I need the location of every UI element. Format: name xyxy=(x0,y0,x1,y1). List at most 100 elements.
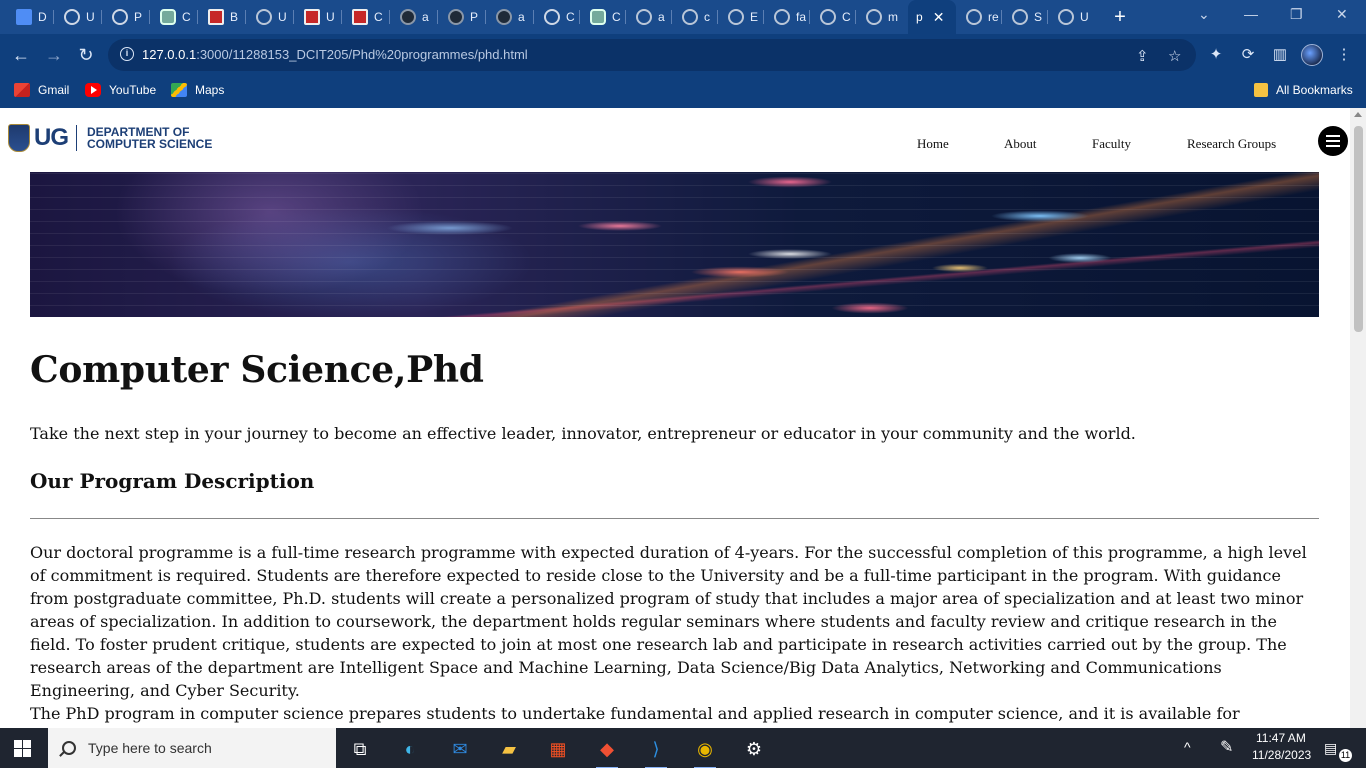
tab-active[interactable]: p ✕ xyxy=(908,0,956,34)
all-bookmarks-label: All Bookmarks xyxy=(1276,83,1353,97)
bookmarks-bar: Gmail YouTube Maps All Bookmarks xyxy=(0,76,1366,108)
clock-time[interactable]: 11:47 AM xyxy=(1256,731,1306,745)
settings-gear-icon[interactable]: ⚙ xyxy=(739,734,769,764)
browser-tab[interactable]: U xyxy=(248,4,294,30)
paragraph: Our doctoral programme is a full-time re… xyxy=(30,543,1307,700)
pen-icon[interactable]: ✎ xyxy=(1220,737,1233,757)
tab-separator xyxy=(485,10,486,24)
logo-divider xyxy=(76,125,77,151)
bookmark-gmail[interactable]: Gmail xyxy=(14,83,69,97)
globe-icon xyxy=(636,9,652,25)
scrollbar-thumb[interactable] xyxy=(1354,126,1363,332)
reload-icon[interactable]: ↻ xyxy=(75,44,97,66)
profile-avatar[interactable] xyxy=(1301,44,1323,66)
forward-icon[interactable]: → xyxy=(43,44,65,66)
docs-icon xyxy=(16,9,32,25)
tab-separator xyxy=(293,10,294,24)
browser-tab[interactable]: a xyxy=(628,4,674,30)
bookmark-maps[interactable]: Maps xyxy=(171,83,224,97)
chatgpt-icon xyxy=(160,9,176,25)
globe-icon xyxy=(820,9,836,25)
nav-faculty[interactable]: Faculty xyxy=(1092,136,1131,152)
browser-tab[interactable]: U xyxy=(1050,4,1096,30)
logo-ug-text: UG xyxy=(34,124,69,151)
clock-date[interactable]: 11/28/2023 xyxy=(1252,748,1311,762)
dept-line2: COMPUTER SCIENCE xyxy=(87,137,213,151)
browser-tab[interactable]: c xyxy=(674,4,720,30)
bookmark-label: Maps xyxy=(195,83,225,97)
browser-tab[interactable]: C xyxy=(344,4,390,30)
new-tab-button[interactable]: + xyxy=(1110,5,1130,29)
browser-tab[interactable]: C xyxy=(812,4,858,30)
browser-tab[interactable]: U xyxy=(296,4,342,30)
share-icon[interactable]: ⇪ xyxy=(1136,47,1149,65)
edge-icon[interactable]: ◐ xyxy=(395,734,425,764)
file-explorer-icon[interactable]: ▰ xyxy=(494,734,524,764)
tab-label: C xyxy=(182,10,191,24)
extensions-icon[interactable]: ✦ xyxy=(1206,45,1226,65)
site-logo[interactable]: UG DEPARTMENT OF COMPUTER SCIENCE xyxy=(8,124,212,152)
extension-icon[interactable]: ⟳ xyxy=(1238,45,1258,65)
notifications-icon[interactable]: ▤ xyxy=(1324,740,1337,757)
all-bookmarks[interactable]: All Bookmarks xyxy=(1254,83,1353,97)
close-window-button[interactable]: ✕ xyxy=(1336,6,1348,23)
site-info-icon[interactable]: i xyxy=(120,47,134,61)
menu-kebab-icon[interactable]: ⋮ xyxy=(1334,45,1354,65)
tab-label: E xyxy=(750,10,759,24)
tab-separator xyxy=(625,10,626,24)
browser-tab[interactable]: a xyxy=(392,4,438,30)
red-logo-icon xyxy=(304,9,320,25)
paragraph: The PhD program in computer science prep… xyxy=(30,704,1240,723)
bookmark-youtube[interactable]: YouTube xyxy=(85,83,156,97)
minimize-button[interactable]: — xyxy=(1244,6,1258,22)
bookmark-label: Gmail xyxy=(38,83,70,97)
browser-tab[interactable]: C xyxy=(536,4,582,30)
mail-icon[interactable]: ✉ xyxy=(445,734,475,764)
browser-tab[interactable]: fa xyxy=(766,4,812,30)
nav-research-groups[interactable]: Research Groups xyxy=(1187,136,1276,152)
browser-tab[interactable]: U xyxy=(56,4,102,30)
browser-tab[interactable]: re xyxy=(958,4,1004,30)
browser-tab[interactable]: m xyxy=(858,4,904,30)
store-icon[interactable]: ▦ xyxy=(543,734,573,764)
task-view-icon[interactable]: ⧉ xyxy=(345,734,375,764)
nav-about[interactable]: About xyxy=(1004,136,1037,152)
circle-logo-icon xyxy=(256,9,272,25)
hamburger-menu-button[interactable] xyxy=(1318,126,1348,156)
vscode-icon[interactable]: ⟩ xyxy=(641,734,671,768)
browser-tab[interactable]: D xyxy=(8,4,54,30)
page-scrollbar[interactable] xyxy=(1350,108,1366,728)
browser-tab[interactable]: P xyxy=(440,4,486,30)
browser-tab[interactable]: P xyxy=(104,4,150,30)
section-title: Our Program Description xyxy=(30,469,315,493)
taskbar-search[interactable]: Type here to search xyxy=(48,728,336,768)
browser-tab[interactable]: C xyxy=(152,4,198,30)
windows-start-icon[interactable] xyxy=(14,740,32,757)
tab-label: C xyxy=(566,10,575,24)
restore-button[interactable]: ❐ xyxy=(1290,6,1303,23)
tab-label: a xyxy=(422,10,429,24)
bookmark-star-icon[interactable]: ☆ xyxy=(1168,47,1181,65)
tab-separator xyxy=(855,10,856,24)
side-panel-icon[interactable]: ▥ xyxy=(1270,45,1290,65)
close-tab-icon[interactable]: ✕ xyxy=(933,9,945,26)
tab-label: C xyxy=(842,10,851,24)
tab-label: D xyxy=(38,10,47,24)
address-bar[interactable]: i 127.0.0.1:3000/11288153_DCIT205/Phd%20… xyxy=(108,39,1196,71)
back-icon[interactable]: ← xyxy=(10,44,32,66)
browser-tab[interactable]: E xyxy=(720,4,766,30)
tray-chevron-icon[interactable]: ^ xyxy=(1184,739,1191,755)
divider xyxy=(30,518,1319,519)
url-text[interactable]: 127.0.0.1:3000/11288153_DCIT205/Phd%20pr… xyxy=(142,47,528,62)
browser-tab[interactable]: B xyxy=(200,4,246,30)
nav-home[interactable]: Home xyxy=(917,136,949,152)
chrome-icon[interactable]: ◉ xyxy=(690,734,720,768)
browser-tab[interactable]: S xyxy=(1004,4,1050,30)
globe-icon xyxy=(1012,9,1028,25)
browser-tab[interactable]: a xyxy=(488,4,534,30)
browser-tab[interactable]: C xyxy=(582,4,628,30)
tab-label: U xyxy=(86,10,95,24)
git-icon[interactable]: ◆ xyxy=(592,734,622,768)
tab-search-icon[interactable]: ⌄ xyxy=(1198,6,1210,23)
scroll-up-icon[interactable] xyxy=(1354,112,1362,117)
